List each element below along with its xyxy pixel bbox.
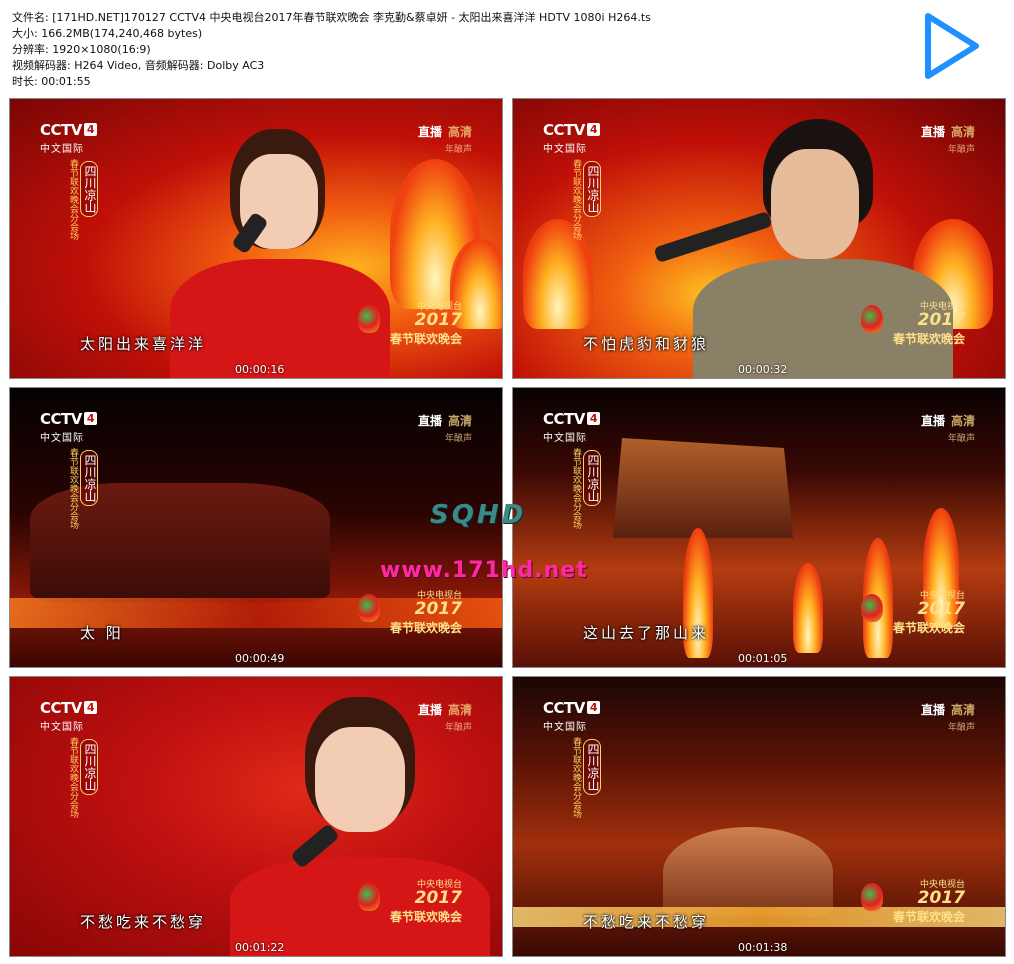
rooster-icon <box>861 594 883 622</box>
fire-graphic <box>793 563 823 653</box>
subtitle: 太阳出来喜洋洋 <box>80 335 207 353</box>
info-codec: 视频解码器: H264 Video, 音频解码器: Dolby AC3 <box>12 59 265 72</box>
gala-logo: 中央电视台 2017 春节联欢晚会 <box>352 877 462 925</box>
live-badge: 直播 高清 年酿声 <box>920 703 975 733</box>
thumbnail-5[interactable]: CCTV 4 中文国际 直播 高清 年酿声 春节联欢晚会分会场 四川凉山 中央电视台 … <box>9 676 503 957</box>
venue-badge: 春节联欢晚会分会场 四川凉山 <box>68 737 98 818</box>
stage-rock <box>663 827 833 917</box>
subtitle: 不怕虎豹和豺狼 <box>583 335 710 353</box>
venue-badge: 春节联欢晚会分会场 四川凉山 <box>68 159 98 240</box>
venue-badge: 春节联欢晚会分会场 四川凉山 <box>571 159 601 240</box>
rooster-icon <box>358 305 380 333</box>
cctv-logo: CCTV 4 中文国际 <box>40 699 104 737</box>
info-size: 大小: 166.2MB(174,240,468 bytes) <box>12 27 203 40</box>
gala-logo: 中央电视台 2017 春节联欢晚会 <box>855 588 965 636</box>
cctv-logo: CCTV 4 中文国际 <box>543 410 607 448</box>
rooster-icon <box>358 594 380 622</box>
gala-logo: 中央电视台 2017 春节联欢晚会 <box>352 299 462 347</box>
live-badge: 直播 高清 年酿声 <box>920 125 975 155</box>
thumbnail-1[interactable]: CCTV 4 中文国际 直播 高清 年酿声 春节联欢晚会分会场 四川凉山 中央电视台 … <box>9 98 503 379</box>
live-badge: 直播 高清 年酿声 <box>417 414 472 444</box>
timestamp: 00:01:22 <box>235 941 285 954</box>
subtitle: 这山去了那山来 <box>583 624 710 642</box>
rooster-icon <box>861 305 883 333</box>
live-badge: 直播 高清 年酿声 <box>417 703 472 733</box>
file-info: 文件名: [171HD.NET]170127 CCTV4 中央电视台2017年春… <box>12 10 651 90</box>
info-duration: 时长: 00:01:55 <box>12 75 91 88</box>
live-badge: 直播 高清 年酿声 <box>417 125 472 155</box>
rooster-icon <box>358 883 380 911</box>
live-badge: 直播 高清 年酿声 <box>920 414 975 444</box>
gala-logo: 中央电视台 2017 春节联欢晚会 <box>855 299 965 347</box>
timestamp: 00:00:49 <box>235 652 285 665</box>
cctv-logo: CCTV 4 中文国际 <box>40 410 104 448</box>
play-icon[interactable] <box>920 10 982 82</box>
timestamp: 00:01:05 <box>738 652 788 665</box>
venue-badge: 春节联欢晚会分会场 四川凉山 <box>68 448 98 529</box>
cctv-logo: CCTV 4 中文国际 <box>543 699 607 737</box>
subtitle: 不愁吃来不愁穿 <box>80 913 207 931</box>
venue-badge: 春节联欢晚会分会场 四川凉山 <box>571 737 601 818</box>
watermark-url: www.171hd.net <box>380 558 588 583</box>
watermark-brand: SQHD <box>430 500 527 530</box>
info-filename: 文件名: [171HD.NET]170127 CCTV4 中央电视台2017年春… <box>12 11 651 24</box>
subtitle: 不愁吃来不愁穿 <box>583 913 710 931</box>
cctv-logo: CCTV 4 中文国际 <box>40 121 104 159</box>
cctv-logo: CCTV 4 中文国际 <box>543 121 607 159</box>
rooster-icon <box>861 883 883 911</box>
info-resolution: 分辨率: 1920×1080(16:9) <box>12 43 151 56</box>
timestamp: 00:01:38 <box>738 941 788 954</box>
gala-logo: 中央电视台 2017 春节联欢晚会 <box>855 877 965 925</box>
subtitle: 太 阳 <box>80 624 124 642</box>
stage-rock <box>613 438 793 538</box>
thumbnail-6[interactable]: CCTV 4 中文国际 直播 高清 年酿声 春节联欢晚会分会场 四川凉山 中央电视台 … <box>512 676 1006 957</box>
timestamp: 00:00:32 <box>738 363 788 376</box>
timestamp: 00:00:16 <box>235 363 285 376</box>
thumbnail-2[interactable]: CCTV 4 中文国际 直播 高清 年酿声 春节联欢晚会分会场 四川凉山 中央电视台 … <box>512 98 1006 379</box>
watermark: SQHD www.171hd.net <box>380 500 640 600</box>
